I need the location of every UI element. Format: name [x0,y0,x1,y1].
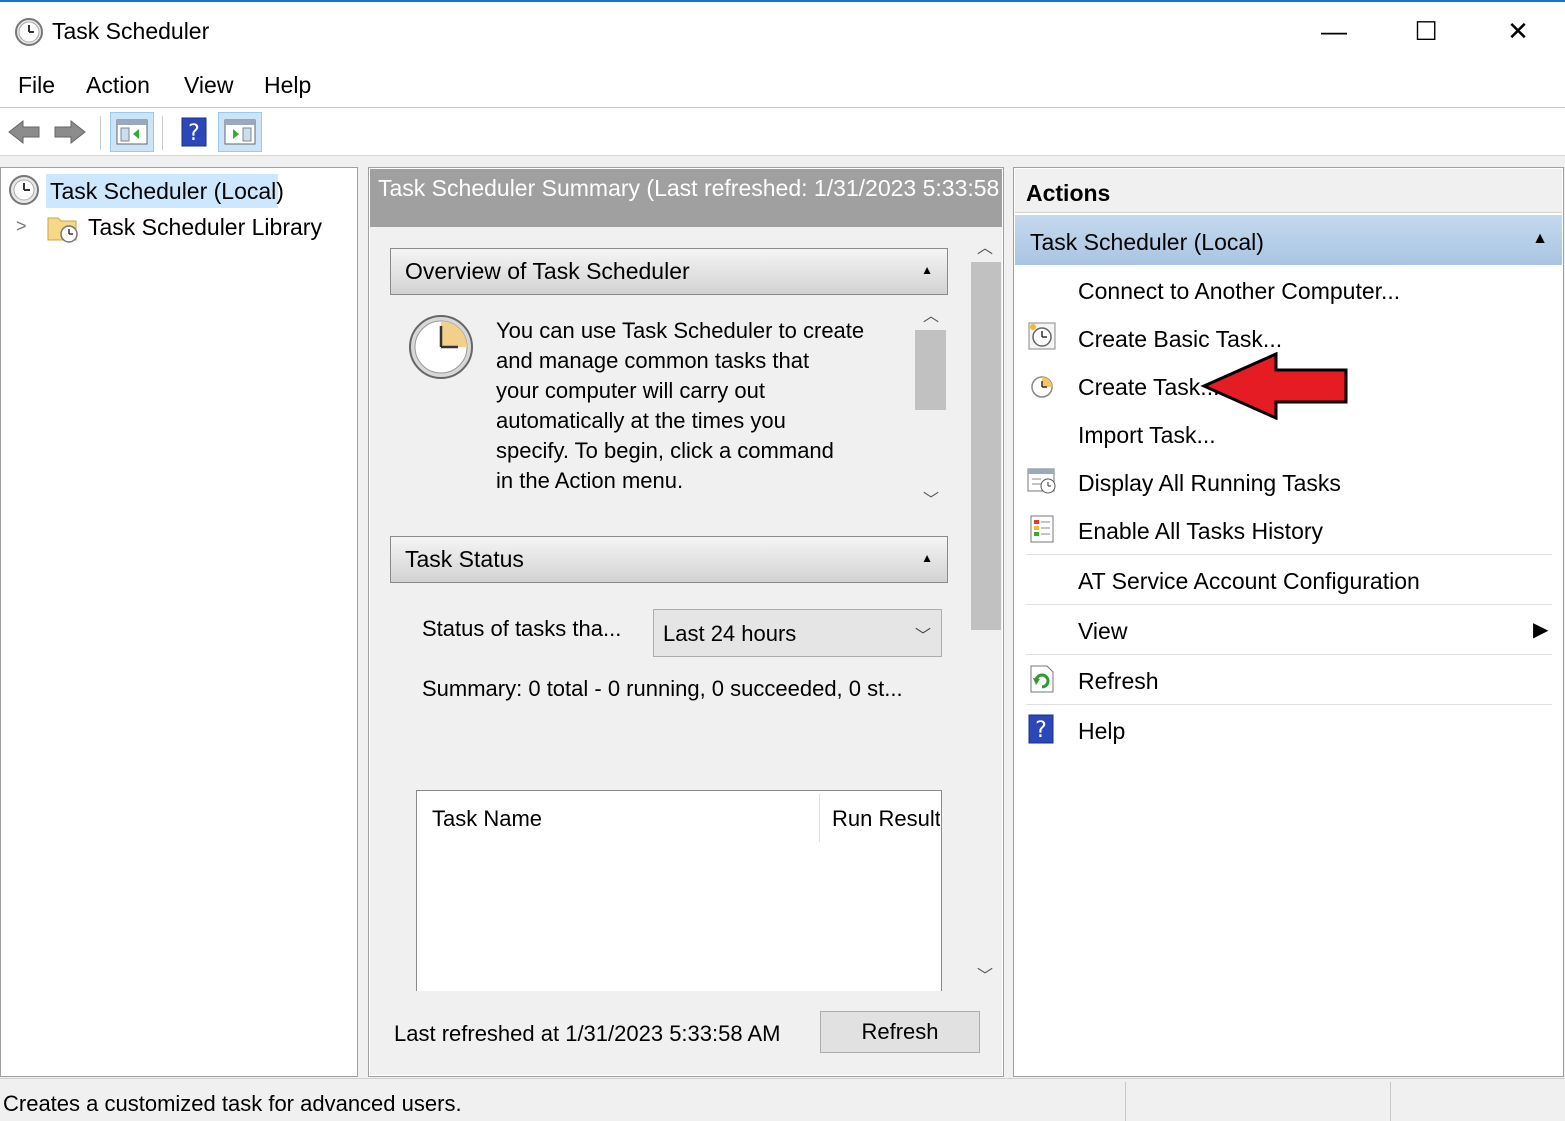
minimize-button[interactable]: — [1288,0,1380,62]
column-header-task-name[interactable]: Task Name [432,806,542,832]
basic-task-icon [1027,321,1057,351]
back-arrow-icon[interactable] [2,112,46,152]
summary-header: Task Scheduler Summary (Last refreshed: … [370,169,1002,227]
summary-scroll-thumb[interactable] [971,262,1001,630]
help-icon: ? [1027,713,1057,744]
task-status-title: Task Status [405,546,524,572]
refresh-button[interactable]: Refresh [820,1011,980,1053]
period-select[interactable]: Last 24 hours ﹀ [653,609,942,657]
maximize-button[interactable]: ☐ [1380,0,1472,62]
action-help[interactable]: Help [1078,718,1125,745]
actions-group-title: Task Scheduler (Local) [1030,229,1264,255]
action-display-all-running-tasks[interactable]: Display All Running Tasks [1078,470,1341,497]
task-summary-text: Summary: 0 total - 0 running, 0 succeede… [422,676,903,701]
last-refreshed-text: Last refreshed at 1/31/2023 5:33:58 AM [394,1021,781,1046]
actions-divider [1026,654,1552,655]
overview-line: specify. To begin, click a command [496,438,834,463]
running-tasks-icon [1027,466,1057,496]
tree-item-task-scheduler-library[interactable]: Task Scheduler Library [88,214,322,241]
summary-header-text: Task Scheduler Summary (Last refreshed: … [378,175,1002,201]
status-bar-divider [1125,1082,1126,1121]
overview-line: your computer will carry out [496,378,765,403]
overview-text: You can use Task Scheduler to create and… [496,316,864,496]
action-pane-icon[interactable] [218,112,262,152]
status-bar-text: Creates a customized task for advanced u… [3,1091,462,1116]
svg-text:?: ? [1035,718,1047,743]
action-view[interactable]: View [1078,618,1127,645]
actions-divider [1026,554,1552,555]
red-arrow-icon [1200,351,1350,421]
create-task-icon [1027,371,1057,401]
overview-line: automatically at the times you [496,408,786,433]
console-tree-pane [0,167,358,1077]
refresh-icon [1027,664,1057,694]
console-tree-icon[interactable] [110,112,154,152]
menu-view[interactable]: View [184,72,233,99]
folder-clock-icon [46,210,80,244]
collapse-icon[interactable]: ▲ [921,263,933,277]
menu-action[interactable]: Action [86,72,150,99]
overview-line: in the Action menu. [496,468,684,493]
window-title: Task Scheduler [52,18,210,44]
scroll-up-icon[interactable]: ︿ [977,234,993,258]
overview-line: You can use Task Scheduler to create [496,318,865,343]
scroll-up-icon[interactable]: ︿ [923,302,939,326]
actions-divider [1026,604,1552,605]
overview-scroll-thumb[interactable] [915,330,946,410]
toolbar-divider [162,116,163,150]
status-bar-divider [1390,1082,1391,1121]
tree-item-task-scheduler-local[interactable]: Task Scheduler (Local) [50,178,284,205]
action-refresh[interactable]: Refresh [1078,668,1159,695]
actions-title: Actions [1015,169,1562,213]
status-period-label: Status of tasks tha... [422,616,622,641]
scroll-down-icon[interactable]: ﹀ [923,486,939,510]
column-divider[interactable] [819,794,820,842]
action-create-task[interactable]: Create Task... [1078,374,1219,401]
period-select-value: Last 24 hours [663,621,797,646]
actions-group-header[interactable]: Task Scheduler (Local) ▲ [1015,215,1562,265]
action-enable-all-tasks-history[interactable]: Enable All Tasks History [1078,518,1323,545]
menu-bar: File Action View Help [0,62,1565,108]
action-at-service-account-configuration[interactable]: AT Service Account Configuration [1078,568,1420,595]
overview-section-header[interactable]: Overview of Task Scheduler ▲ [390,248,948,295]
chevron-down-icon: ﹀ [914,628,931,645]
clock-icon [408,314,474,380]
overview-line: and manage common tasks that [496,348,810,373]
menu-file[interactable]: File [18,72,55,99]
collapse-up-icon[interactable]: ▲ [1532,230,1548,248]
scroll-down-icon[interactable]: ﹀ [977,962,993,986]
menu-help[interactable]: Help [264,72,311,99]
close-button[interactable]: ✕ [1472,0,1564,62]
actions-title-text: Actions [1026,180,1111,206]
help-icon[interactable]: ? [172,112,216,152]
forward-arrow-icon[interactable] [48,112,92,152]
action-connect-to-another-computer[interactable]: Connect to Another Computer... [1078,278,1400,305]
task-status-section-header[interactable]: Task Status ▲ [390,536,948,583]
submenu-arrow-icon[interactable]: ▶ [1533,617,1548,642]
clock-icon [8,174,40,206]
action-create-basic-task[interactable]: Create Basic Task... [1078,326,1282,353]
actions-divider [1026,704,1552,705]
chevron-right-icon[interactable]: > [16,216,27,237]
toolbar-divider [100,116,101,150]
clock-app-icon [14,17,44,47]
overview-title: Overview of Task Scheduler [405,258,690,284]
action-import-task[interactable]: Import Task... [1078,422,1216,449]
history-icon [1027,514,1057,544]
collapse-icon[interactable]: ▲ [921,551,933,565]
svg-text:?: ? [188,121,200,146]
column-header-run-result[interactable]: Run Result [832,806,940,832]
